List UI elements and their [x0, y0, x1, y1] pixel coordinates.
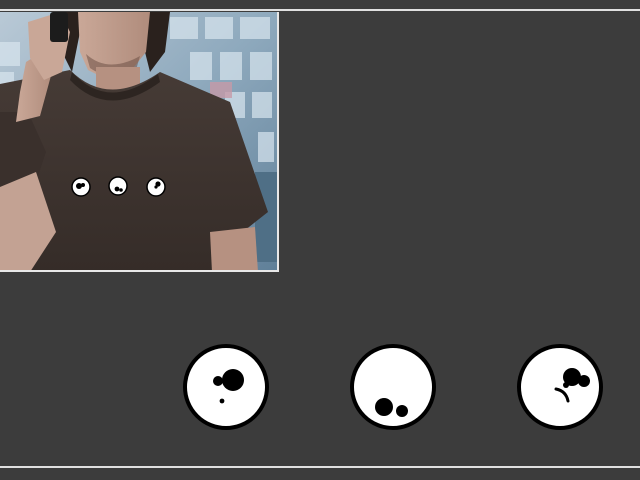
- canvas: [0, 0, 640, 480]
- badge-design-3[interactable]: [516, 343, 604, 431]
- badge-design-2[interactable]: [349, 343, 437, 431]
- photo-illustration: [0, 12, 277, 270]
- shirt-badge-1: [71, 177, 91, 197]
- bottom-divider: [0, 466, 640, 468]
- product-photo[interactable]: [0, 12, 279, 272]
- dots-cluster-bottom-icon: [350, 344, 436, 430]
- top-divider: [0, 9, 640, 11]
- shirt-badge-3: [146, 177, 166, 197]
- dots-cluster-smile-icon: [517, 344, 603, 430]
- shirt-badge-2: [108, 176, 128, 196]
- badge-design-1[interactable]: [182, 343, 270, 431]
- dots-cluster-center-icon: [183, 344, 269, 430]
